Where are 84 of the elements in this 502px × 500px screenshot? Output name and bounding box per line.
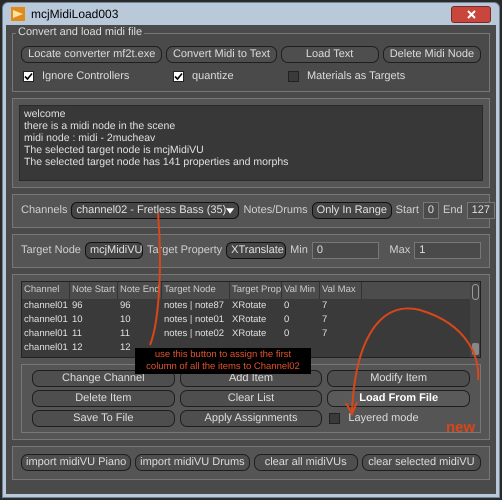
button[interactable]: Clear List (180, 390, 322, 406)
column-header[interactable]: Channel (22, 282, 70, 298)
column-header[interactable]: Val Max (320, 282, 362, 298)
checkbox[interactable] (23, 70, 34, 82)
button[interactable]: import midiVU Piano (21, 454, 132, 471)
button[interactable]: clear all midiVUs (254, 454, 358, 471)
button[interactable]: Load From File (327, 390, 470, 406)
table-cell-text: 11 (71, 326, 83, 340)
input-field[interactable]: 1 (414, 242, 481, 259)
button[interactable]: Load Text (280, 46, 379, 63)
table-cell-text: 11 (119, 326, 131, 340)
table-cell-text: XRotate (231, 298, 268, 312)
annotation-callout: use this button to assign the first column of all the items to Channel02 (135, 348, 311, 374)
field-label: Channels (21, 203, 68, 218)
button[interactable]: clear selected midiVU (362, 454, 481, 471)
checkbox[interactable] (288, 70, 299, 82)
log-line: there is a midi node in the scene (24, 120, 176, 132)
table-cell-text: 0 (283, 312, 290, 326)
table-cell-text: 7 (321, 298, 328, 312)
button[interactable]: Save To File (32, 410, 175, 426)
checkbox-label: Materials as Targets (307, 69, 406, 84)
table-cell-text: 0 (283, 298, 290, 312)
table-cell-text: 10 (71, 312, 84, 326)
input-field[interactable]: 127 (466, 202, 495, 219)
group-title: Convert and load midi file (16, 27, 144, 38)
log-line: welcome (24, 108, 66, 120)
close-button[interactable] (451, 6, 491, 22)
input-field[interactable]: 0 (312, 242, 379, 259)
table-cell-text: XRotate (231, 312, 268, 326)
table-cell-text: 96 (71, 298, 84, 312)
checkbox-label: Layered mode (348, 410, 419, 426)
check-icon (24, 72, 33, 81)
button[interactable]: import midiVU Drums (135, 454, 250, 471)
column-header[interactable]: Target Prop (230, 282, 282, 298)
button[interactable]: Delete Midi Node (382, 46, 481, 63)
table-cell-text: channel01 (23, 298, 69, 312)
table-cell-text: 0 (283, 326, 290, 340)
column-header[interactable]: Target Node (162, 282, 230, 298)
table-cell-text: 7 (321, 326, 328, 340)
table-cell-text: notes | note01 (163, 312, 226, 326)
checkbox-label: quantize (192, 69, 234, 84)
annotation-label: new (446, 420, 476, 435)
log-line: The selected target node is mcjMidiVU (24, 144, 205, 156)
window-title: mcjMidiLoad003 (31, 6, 120, 23)
check-icon (174, 72, 183, 81)
close-icon (466, 10, 476, 18)
table-cell-text: channel01 (23, 312, 69, 326)
scroll-grip-icon (472, 284, 478, 300)
table-cell-text: 7 (321, 312, 328, 326)
button[interactable]: Modify Item (327, 370, 470, 386)
table-cell-text: 96 (119, 298, 132, 312)
field-label: Min (290, 243, 308, 258)
table-cell-text: channel01 (23, 340, 69, 354)
table-cell-text: 10 (119, 312, 132, 326)
scrollbar[interactable] (470, 282, 480, 356)
dropdown[interactable]: Only In Range (312, 202, 392, 219)
field-label: Start (396, 203, 419, 218)
checkbox[interactable] (329, 412, 340, 424)
checkbox-label: Ignore Controllers (42, 69, 130, 84)
button[interactable]: Locate converter mf2t.exe (21, 46, 162, 63)
dropdown[interactable]: mcjMidiVU (84, 242, 143, 259)
input-field[interactable]: 0 (422, 202, 440, 219)
dropdown[interactable]: XTranslate (226, 242, 286, 259)
checkbox[interactable] (173, 70, 184, 82)
table-cell-text: 12 (71, 340, 84, 354)
column-header[interactable]: Val Min (282, 282, 320, 298)
field-label: Target Node (21, 243, 81, 258)
field-label: Max (389, 243, 410, 258)
button[interactable]: Apply Assignments (180, 410, 322, 426)
log-line: midi node : midi - 2mucheav (24, 132, 156, 144)
log-line: The selected target node has 141 properties and morphs (24, 156, 290, 168)
field-label: Notes/Drums (243, 203, 308, 218)
table-cell-text: notes | note87 (163, 298, 226, 312)
button[interactable]: Convert Midi to Text (166, 46, 276, 63)
button[interactable]: Delete Item (32, 390, 175, 406)
caret-icon (226, 208, 234, 214)
table-cell-text: notes | note02 (163, 326, 226, 340)
field-label: End (443, 203, 463, 218)
column-header[interactable]: Note Start (70, 282, 118, 298)
table-cell-text: channel01 (23, 326, 69, 340)
dropdown[interactable]: channel02 - Fretless Bass (35) (71, 202, 240, 219)
app-icon (11, 7, 25, 21)
button[interactable]: Change Channel (32, 370, 175, 386)
table-cell-text: XRotate (231, 326, 268, 340)
